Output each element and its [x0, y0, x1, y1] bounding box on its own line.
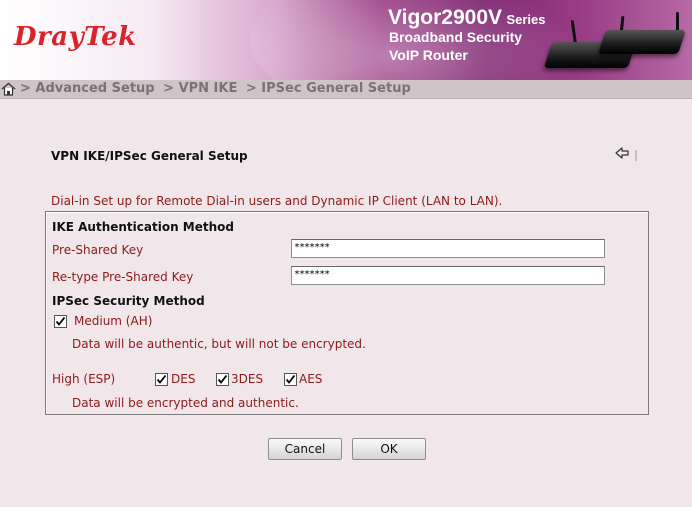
- product-line-1: Broadband Security: [389, 29, 523, 45]
- header-banner: DrayTek Vigor2900V Series Broadband Secu…: [0, 0, 692, 80]
- back-arrow-icon[interactable]: [614, 146, 638, 162]
- aes-checkbox[interactable]: [284, 373, 297, 386]
- 3des-label: 3DES: [231, 372, 264, 386]
- intro-text: Dial-in Set up for Remote Dial-in users …: [51, 194, 503, 208]
- high-esp-label: High (ESP): [52, 372, 116, 386]
- cancel-button[interactable]: Cancel: [268, 438, 342, 460]
- medium-ah-note: Data will be authentic, but will not be …: [72, 337, 366, 351]
- retype-psk-label: Re-type Pre-Shared Key: [52, 270, 194, 284]
- home-icon[interactable]: [1, 82, 16, 96]
- des-checkbox[interactable]: [155, 373, 168, 386]
- breadcrumb: > Advanced Setup > VPN IKE > IPSec Gener…: [0, 80, 692, 99]
- 3des-checkbox[interactable]: [216, 373, 229, 386]
- ok-button[interactable]: OK: [352, 438, 426, 460]
- psk-label: Pre-Shared Key: [52, 243, 144, 257]
- aes-label: AES: [299, 372, 323, 386]
- ike-section-title: IKE Authentication Method: [52, 220, 234, 234]
- medium-ah-checkbox[interactable]: [54, 315, 67, 328]
- breadcrumb-ipsec-general-setup: > IPSec General Setup: [245, 81, 411, 96]
- high-esp-note: Data will be encrypted and authentic.: [72, 396, 299, 410]
- ipsec-section-title: IPSec Security Method: [52, 294, 205, 308]
- product-line-2: VoIP Router: [389, 47, 468, 63]
- product-model: Vigor2900V: [388, 6, 503, 29]
- retype-psk-input[interactable]: *******: [291, 266, 605, 285]
- medium-ah-label: Medium (AH): [74, 314, 153, 328]
- page-title: VPN IKE/IPSec General Setup: [51, 149, 248, 163]
- breadcrumb-advanced-setup[interactable]: > Advanced Setup: [20, 81, 155, 96]
- product-series: Series: [506, 12, 546, 27]
- draytek-logo: DrayTek: [14, 22, 137, 52]
- des-label: DES: [171, 372, 196, 386]
- breadcrumb-vpn-ike[interactable]: > VPN IKE: [163, 81, 237, 96]
- psk-input[interactable]: *******: [291, 239, 605, 258]
- product-title: Vigor2900V Series: [388, 6, 546, 30]
